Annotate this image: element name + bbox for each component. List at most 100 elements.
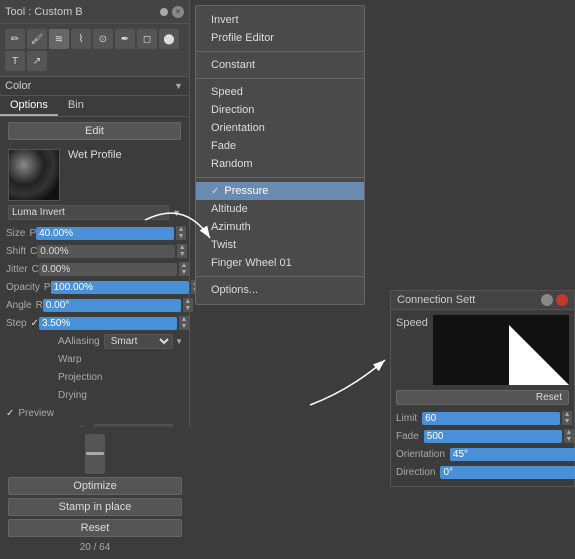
graph-reset-button[interactable]: Reset <box>396 390 569 405</box>
tab-bin[interactable]: Bin <box>58 96 94 116</box>
shift-down-arrow[interactable]: ▼ <box>177 251 187 258</box>
edit-button[interactable]: Edit <box>8 122 181 140</box>
jitter-down-arrow[interactable]: ▼ <box>179 269 189 276</box>
aaliasing-select[interactable]: Smart <box>104 334 173 349</box>
speed-graph-triangle <box>509 325 569 385</box>
param-angle-type: R <box>36 300 43 311</box>
param-opacity-value[interactable] <box>51 281 189 294</box>
fade-arrows[interactable]: ▲ ▼ <box>564 429 574 443</box>
conn-direction-label: Direction <box>396 467 440 478</box>
menu-direction[interactable]: Direction <box>196 101 364 119</box>
tool-brush1[interactable]: 🖌 <box>27 29 47 49</box>
param-step-check: ✓ <box>31 318 39 329</box>
reset-button[interactable]: Reset <box>8 519 182 537</box>
brush-preview-area: Wet Profile <box>0 145 189 205</box>
tool-brush2[interactable]: ≋ <box>49 29 69 49</box>
param-size-type: P <box>29 228 36 239</box>
page-count: 20 / 64 <box>8 540 182 555</box>
shift-up-arrow[interactable]: ▲ <box>177 244 187 251</box>
tool-brush4[interactable]: ⊙ <box>93 29 113 49</box>
menu-options[interactable]: Options... <box>196 281 364 299</box>
tool-pencil[interactable]: ✏ <box>5 29 25 49</box>
tool-transform[interactable]: ↗ <box>27 51 47 71</box>
angle-up-arrow[interactable]: ▲ <box>183 298 193 305</box>
menu-random[interactable]: Random <box>196 155 364 173</box>
conn-limit-row: Limit ▲ ▼ <box>396 409 569 427</box>
tool-brush3[interactable]: ⌇ <box>71 29 91 49</box>
menu-profile-editor[interactable]: Profile Editor <box>196 29 364 47</box>
aaliasing-arrow: ▼ <box>175 337 183 346</box>
step-down-arrow[interactable]: ▼ <box>179 323 189 330</box>
size-up-arrow[interactable]: ▲ <box>176 226 186 233</box>
menu-speed[interactable]: Speed <box>196 83 364 101</box>
tool-fill[interactable]: ⬤ <box>159 29 179 49</box>
param-shift-row: Shift C ▲ ▼ <box>0 242 189 260</box>
brush-thumbnail <box>8 149 60 201</box>
param-jitter-arrows[interactable]: ▲ ▼ <box>179 262 189 276</box>
menu-altitude[interactable]: Altitude <box>196 200 364 218</box>
angle-down-arrow[interactable]: ▼ <box>183 305 193 312</box>
slider-row <box>8 431 182 477</box>
minimize-button[interactable] <box>541 294 553 306</box>
param-shift-value[interactable] <box>37 245 175 258</box>
color-dropdown-icon[interactable]: ▼ <box>174 81 184 91</box>
tab-options[interactable]: Options <box>0 96 58 116</box>
param-angle-row: Angle R ▲ ▼ <box>0 296 189 314</box>
tool-eraser[interactable]: ◻ <box>137 29 157 49</box>
menu-finger-wheel[interactable]: Finger Wheel 01 <box>196 254 364 272</box>
brush-name: Wet Profile <box>68 149 122 161</box>
param-angle-value[interactable] <box>43 299 181 312</box>
menu-pressure[interactable]: Pressure <box>196 182 364 200</box>
conn-orientation-value[interactable] <box>450 448 575 461</box>
param-size-label: Size <box>6 228 29 239</box>
connection-close-button[interactable] <box>556 294 568 306</box>
fade-up[interactable]: ▲ <box>564 429 574 436</box>
projection-row: Projection <box>0 368 189 386</box>
drying-row: Drying <box>0 386 189 404</box>
param-jitter-value[interactable] <box>39 263 177 276</box>
step-up-arrow[interactable]: ▲ <box>179 316 189 323</box>
param-angle-arrows[interactable]: ▲ ▼ <box>183 298 193 312</box>
jitter-up-arrow[interactable]: ▲ <box>179 262 189 269</box>
limit-down[interactable]: ▼ <box>562 418 572 425</box>
param-step-arrows[interactable]: ▲ ▼ <box>179 316 189 330</box>
tool-pen[interactable]: ✒ <box>115 29 135 49</box>
fade-down[interactable]: ▼ <box>564 436 574 443</box>
luma-row: Luma Invert ▼ <box>8 205 181 220</box>
menu-orientation[interactable]: Orientation <box>196 119 364 137</box>
warp-label: Warp <box>6 354 183 365</box>
size-down-arrow[interactable]: ▼ <box>176 233 186 240</box>
param-angle-label: Angle <box>6 300 36 311</box>
slider-thumb <box>86 452 104 455</box>
close-icon[interactable]: × <box>172 6 184 18</box>
optimize-button[interactable]: Optimize <box>8 477 182 495</box>
menu-fade[interactable]: Fade <box>196 137 364 155</box>
conn-fade-value[interactable] <box>424 430 562 443</box>
luma-select[interactable]: Luma Invert <box>8 205 169 220</box>
param-size-value[interactable] <box>36 227 174 240</box>
param-size-row: Size P ▲ ▼ <box>0 224 189 242</box>
limit-arrows[interactable]: ▲ ▼ <box>562 411 572 425</box>
param-shift-arrows[interactable]: ▲ ▼ <box>177 244 187 258</box>
limit-up[interactable]: ▲ <box>562 411 572 418</box>
param-size-arrows[interactable]: ▲ ▼ <box>176 226 186 240</box>
conn-direction-value[interactable] <box>440 466 575 479</box>
conn-orientation-row: Orientation ▲ ▼ <box>396 445 569 463</box>
param-step-label: Step <box>6 318 31 329</box>
aaliasing-label: AAliasing <box>6 336 100 347</box>
param-shift-type: C <box>30 246 37 257</box>
menu-invert[interactable]: Invert <box>196 11 364 29</box>
menu-azimuth[interactable]: Azimuth <box>196 218 364 236</box>
dropdown-menu: Invert Profile Editor Constant Speed Dir… <box>195 5 365 305</box>
param-step-value[interactable] <box>39 317 177 330</box>
speed-row: Speed <box>396 315 569 385</box>
tool-text[interactable]: T <box>5 51 25 71</box>
stamp-button[interactable]: Stamp in place <box>8 498 182 516</box>
menu-divider-1 <box>196 51 364 52</box>
conn-limit-value[interactable] <box>422 412 560 425</box>
drying-label: Drying <box>6 390 183 401</box>
speed-graph <box>433 315 569 385</box>
menu-twist[interactable]: Twist <box>196 236 364 254</box>
slider-track[interactable] <box>85 434 105 474</box>
menu-constant[interactable]: Constant <box>196 56 364 74</box>
